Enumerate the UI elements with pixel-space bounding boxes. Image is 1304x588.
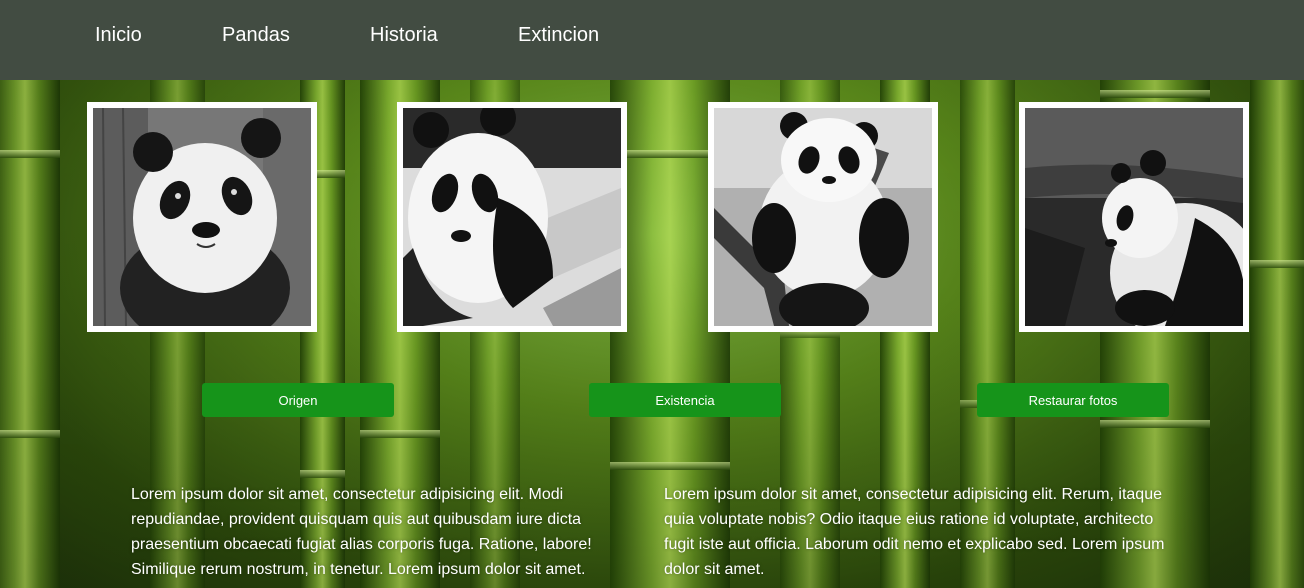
nav-item-extincion[interactable]: Extincion bbox=[518, 24, 599, 47]
nav-item-historia[interactable]: Historia bbox=[370, 24, 438, 47]
panda-cub-image bbox=[403, 108, 621, 326]
panda-sitting-image bbox=[1025, 108, 1243, 326]
paragraph-right: Lorem ipsum dolor sit amet, consectetur … bbox=[664, 486, 1165, 578]
nav-item-inicio[interactable]: Inicio bbox=[95, 24, 142, 47]
paragraph-left: Lorem ipsum dolor sit amet, consectetur … bbox=[131, 486, 592, 578]
nav-item-pandas[interactable]: Pandas bbox=[222, 24, 290, 47]
panda-photo-1 bbox=[87, 102, 317, 332]
panda-face-image bbox=[93, 108, 311, 326]
restaurar-fotos-button[interactable]: Restaurar fotos bbox=[977, 383, 1169, 417]
panda-photo-2 bbox=[397, 102, 627, 332]
panda-photo-3 bbox=[708, 102, 938, 332]
panda-tree-image bbox=[714, 108, 932, 326]
origen-button[interactable]: Origen bbox=[202, 383, 394, 417]
top-nav: Inicio Pandas Historia Extincion bbox=[0, 0, 1304, 80]
panda-photo-4 bbox=[1019, 102, 1249, 332]
existencia-button[interactable]: Existencia bbox=[589, 383, 781, 417]
